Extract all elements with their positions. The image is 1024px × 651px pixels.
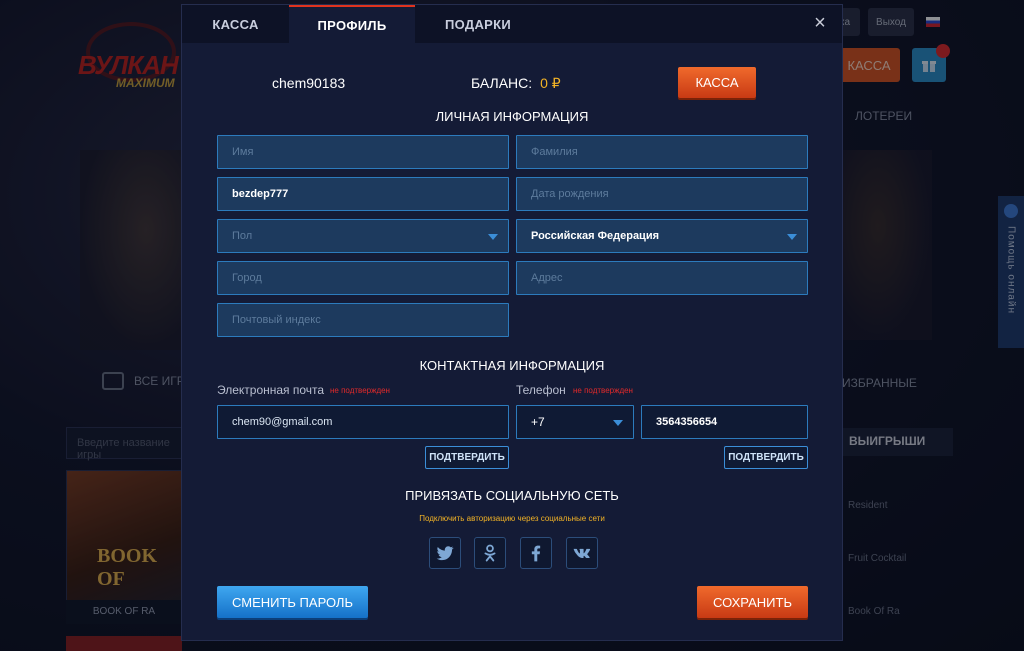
change-password-button[interactable]: СМЕНИТЬ ПАРОЛЬ <box>217 586 368 618</box>
email-label: Электронная почта <box>217 383 325 397</box>
tab-kassa[interactable]: КАССА <box>182 5 289 43</box>
phone-label: Телефон <box>516 383 566 397</box>
tab-profile[interactable]: ПРОФИЛЬ <box>289 5 415 43</box>
vk-icon <box>573 548 591 558</box>
postal-code-field[interactable]: Почтовый индекс <box>217 303 509 337</box>
twitter-icon <box>436 546 454 561</box>
birthdate-field[interactable]: Дата рождения <box>516 177 808 211</box>
first-name-field[interactable]: Имя <box>217 135 509 169</box>
address-field[interactable]: Адрес <box>516 261 808 295</box>
balance: БАЛАНС: 0 ₽ <box>471 75 561 92</box>
kassa-button[interactable]: КАССА <box>678 67 756 98</box>
nickname-field[interactable]: bezdep777 <box>217 177 509 211</box>
gender-select[interactable]: Пол <box>217 219 509 253</box>
country-select-value: Российская Федерация <box>531 230 659 242</box>
confirm-email-button[interactable]: ПОДТВЕРДИТЬ <box>425 446 509 469</box>
phone-code-select[interactable]: +7 <box>516 405 634 439</box>
social-hint: Подключить авторизацию через социальные … <box>419 514 605 523</box>
email-field[interactable]: chem90@gmail.com <box>217 405 509 439</box>
contact-info-title: КОНТАКТНАЯ ИНФОРМАЦИЯ <box>419 358 605 373</box>
balance-label: БАЛАНС: <box>471 75 533 91</box>
save-button[interactable]: СОХРАНИТЬ <box>697 586 808 618</box>
chevron-down-icon <box>787 234 797 240</box>
phone-number-field[interactable]: 3564356654 <box>641 405 808 439</box>
odnoklassniki-icon <box>484 544 496 562</box>
twitter-button[interactable] <box>429 537 461 569</box>
social-title: ПРИВЯЗАТЬ СОЦИАЛЬНУЮ СЕТЬ <box>405 488 619 503</box>
tab-gifts[interactable]: ПОДАРКИ <box>415 5 541 43</box>
close-icon[interactable]: × <box>808 11 832 35</box>
city-field[interactable]: Город <box>217 261 509 295</box>
confirm-phone-button[interactable]: ПОДТВЕРДИТЬ <box>724 446 808 469</box>
profile-modal: КАССА ПРОФИЛЬ ПОДАРКИ × chem90183 БАЛАНС… <box>181 4 843 641</box>
facebook-icon <box>531 545 541 562</box>
phone-status: не подтвержден <box>573 386 633 395</box>
country-select[interactable]: Российская Федерация <box>516 219 808 253</box>
gender-select-label: Пол <box>232 230 253 242</box>
last-name-field[interactable]: Фамилия <box>516 135 808 169</box>
chevron-down-icon <box>488 234 498 240</box>
username: chem90183 <box>272 75 346 91</box>
odnoklassniki-button[interactable] <box>474 537 506 569</box>
vk-button[interactable] <box>566 537 598 569</box>
chevron-down-icon <box>613 420 623 426</box>
email-status: не подтвержден <box>330 386 390 395</box>
personal-info-title: ЛИЧНАЯ ИНФОРМАЦИЯ <box>435 109 589 124</box>
phone-code-value: +7 <box>531 415 545 429</box>
facebook-button[interactable] <box>520 537 552 569</box>
modal-tabs: КАССА ПРОФИЛЬ ПОДАРКИ <box>182 5 842 43</box>
balance-value: 0 ₽ <box>540 75 561 91</box>
